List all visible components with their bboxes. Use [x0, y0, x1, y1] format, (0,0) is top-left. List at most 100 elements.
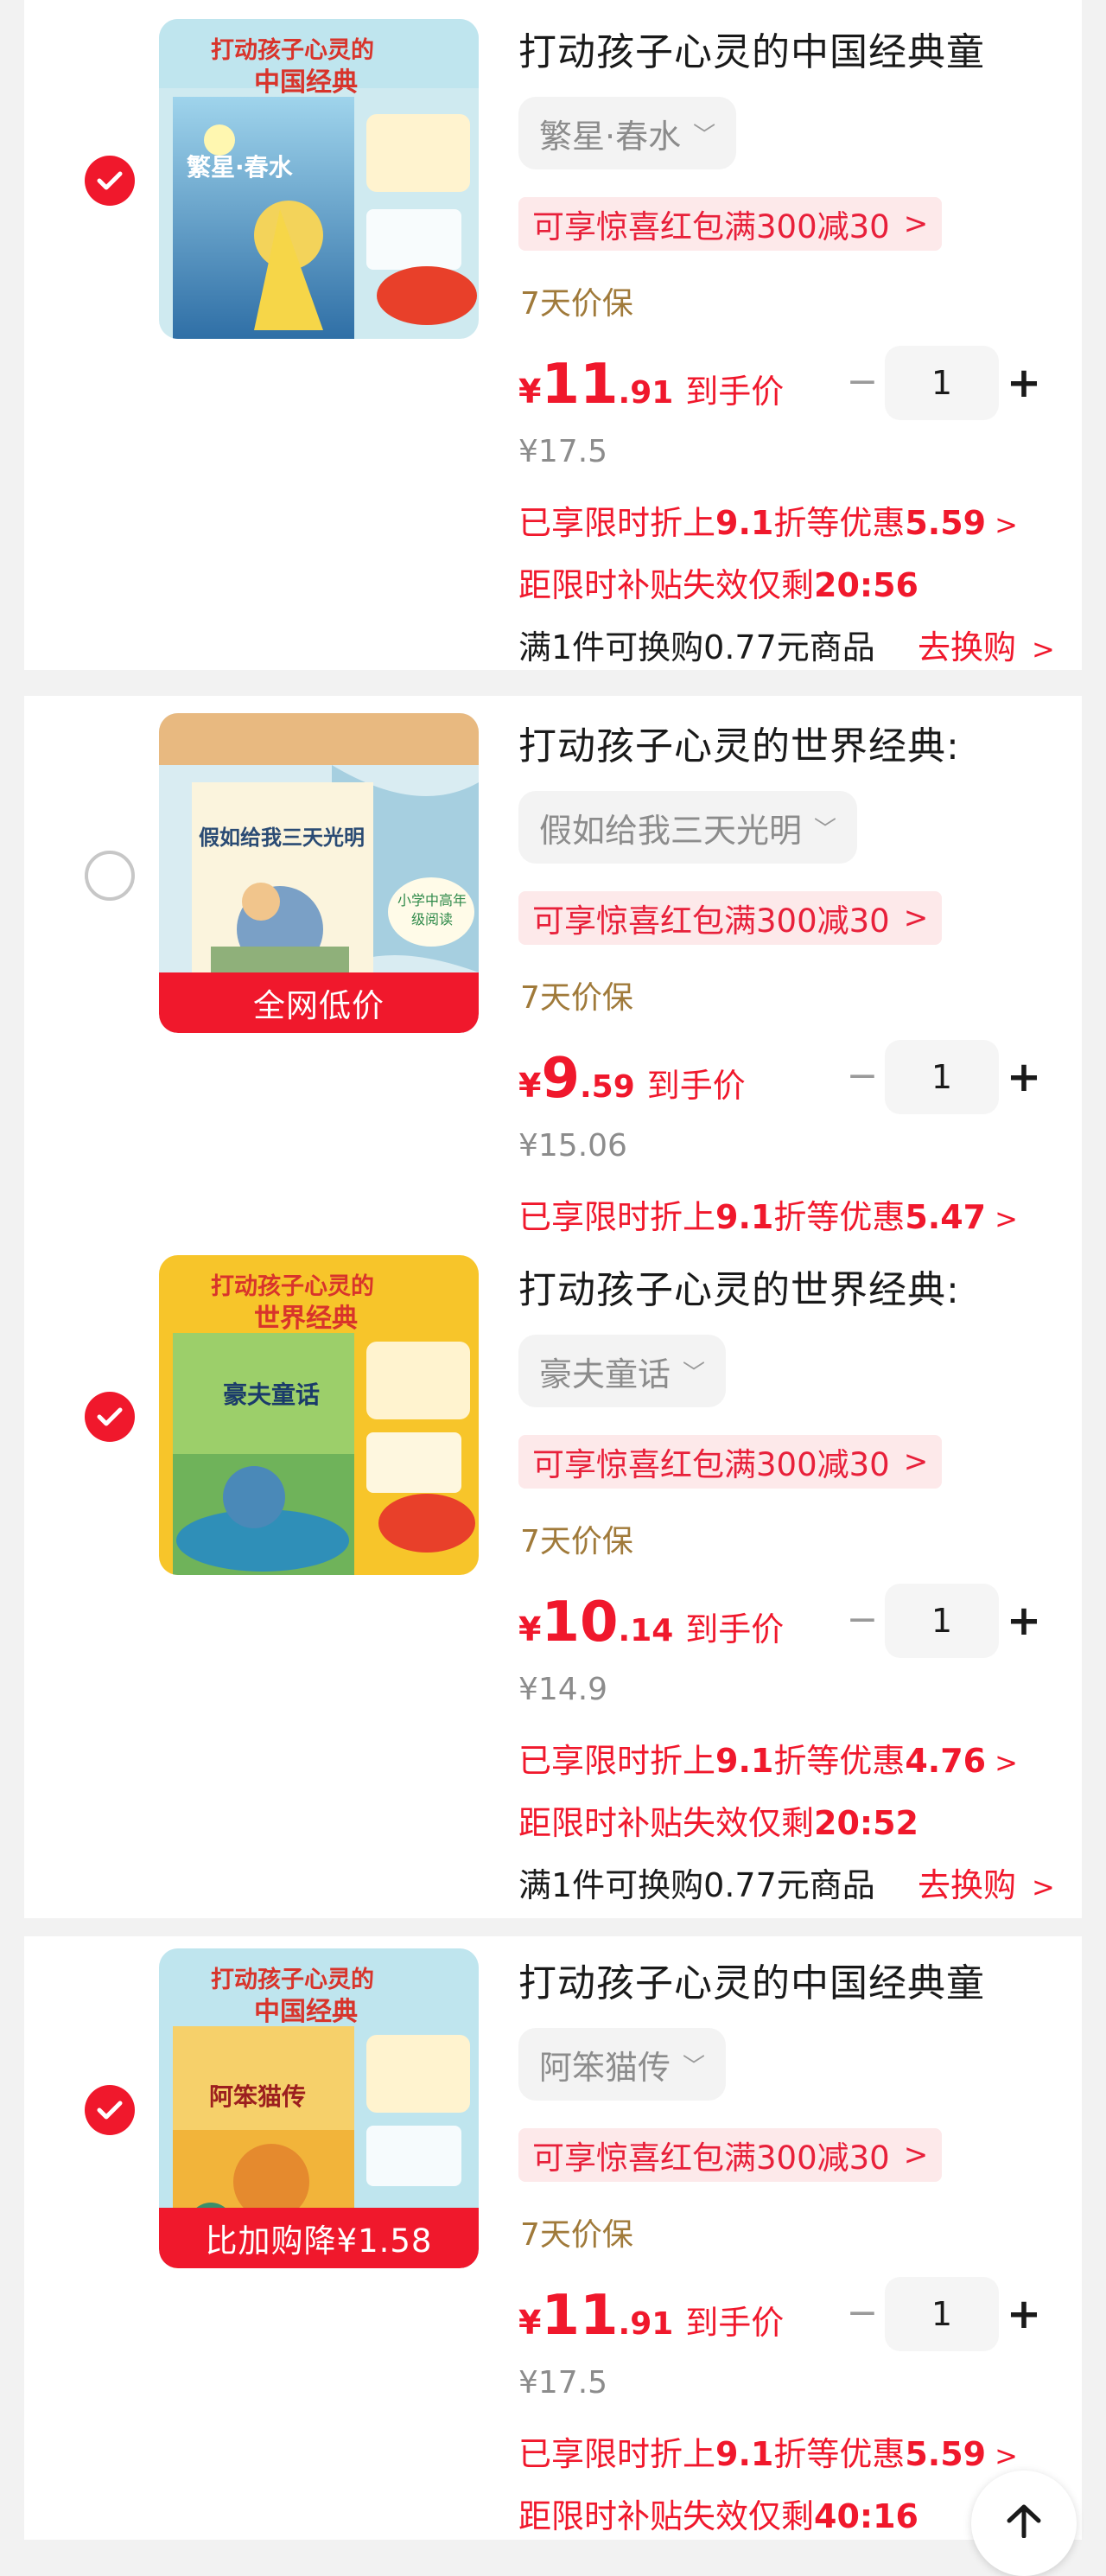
currency-symbol: ¥	[518, 1610, 542, 1648]
price-integer: 11	[541, 353, 619, 417]
discount-mid: 折等优惠	[773, 1198, 906, 1236]
exchange-link-label: 去换购	[918, 628, 1017, 666]
countdown-prefix: 距限时补贴失效仅剩	[518, 566, 815, 604]
coupon-text: 可享惊喜红包满300减30	[532, 2139, 890, 2177]
quantity-value[interactable]: 1	[885, 346, 999, 420]
exchange-offer: 满1件可换购0.77元商品 去换购 >	[518, 1859, 1071, 1906]
select-checkbox[interactable]	[85, 156, 135, 206]
discount-prefix: 已享限时折上	[518, 1742, 716, 1780]
coupon-text: 可享惊喜红包满300减30	[532, 902, 890, 940]
discount-info[interactable]: 已享限时折上9.1折等优惠5.59 >	[518, 496, 1018, 544]
cover-title: 繁星·春水	[187, 153, 293, 182]
exchange-link[interactable]: 去换购 >	[918, 1859, 1055, 1906]
discount-rate: 9.1	[715, 2435, 774, 2473]
discount-info[interactable]: 已享限时折上9.1折等优惠5.47 >	[518, 1190, 1018, 1238]
chevron-down-icon: ﹀	[683, 2053, 706, 2080]
chevron-down-icon: ﹀	[693, 122, 716, 149]
price-integer: 10	[541, 1591, 619, 1655]
product-image[interactable]: 打动孩子心灵的 世界经典 豪夫童话	[159, 1255, 479, 1575]
cart-item: 打动孩子心灵的 世界经典 豪夫童话 打动孩子心灵的世界经典: 豪夫童话 ﹀ 可享…	[24, 1240, 1082, 1918]
price-guarantee: 7天价保	[520, 286, 633, 322]
select-checkbox[interactable]	[85, 2085, 135, 2135]
variant-selector[interactable]: 阿笨猫传 ﹀	[518, 2028, 727, 2101]
exchange-text: 满1件可换购0.77元商品	[518, 628, 875, 666]
chevron-right-icon: >	[995, 2439, 1018, 2472]
discount-amount: 4.76	[905, 1742, 987, 1780]
product-title[interactable]: 打动孩子心灵的中国经典童	[518, 21, 1106, 76]
price-guarantee: 7天价保	[520, 1524, 633, 1559]
product-image[interactable]: 假如给我三天光明 小学中高年级阅读 全网低价	[159, 713, 479, 1033]
decrease-quantity-button[interactable]: −	[845, 363, 880, 401]
variant-selector[interactable]: 繁星·春水 ﹀	[518, 97, 737, 169]
discount-mid: 折等优惠	[773, 1742, 906, 1780]
chevron-down-icon: ﹀	[683, 1360, 706, 1387]
cart-item: 假如给我三天光明 小学中高年级阅读 全网低价 打动孩子心灵的世界经典: 假如给我…	[24, 696, 1082, 1240]
product-image[interactable]: 打动孩子心灵的 中国经典 繁星·春水	[159, 19, 479, 339]
currency-symbol: ¥	[518, 2304, 542, 2342]
variant-selector[interactable]: 假如给我三天光明 ﹀	[518, 791, 858, 864]
final-price: ¥ 11 .91 到手价	[518, 353, 784, 417]
coupon-banner[interactable]: 可享惊喜红包满300减30 >	[518, 197, 943, 251]
quantity-value[interactable]: 1	[885, 2277, 999, 2351]
increase-quantity-button[interactable]: +	[1004, 2293, 1044, 2335]
discount-info[interactable]: 已享限时折上9.1折等优惠4.76 >	[518, 1734, 1018, 1782]
decrease-quantity-button[interactable]: −	[845, 1601, 880, 1639]
discount-prefix: 已享限时折上	[518, 1198, 716, 1236]
discount-info[interactable]: 已享限时折上9.1折等优惠5.59 >	[518, 2427, 1018, 2475]
discount-amount: 5.47	[905, 1198, 987, 1236]
quantity-value[interactable]: 1	[885, 1040, 999, 1114]
product-image[interactable]: 打动孩子心灵的 中国经典 阿笨猫传 比加购降¥1.58	[159, 1948, 479, 2268]
price-decimal: .59	[579, 1069, 635, 1105]
cart-item: 打动孩子心灵的 中国经典 繁星·春水 打动孩子心灵的中国经典童 繁星·春水 ﹀ …	[24, 0, 1082, 670]
subsidy-countdown: 距限时补贴失效仅剩20:56	[518, 558, 918, 606]
price-decimal: .91	[618, 375, 674, 411]
cover-category: 世界经典	[254, 1304, 358, 1334]
price-decimal: .14	[618, 1613, 674, 1648]
increase-quantity-button[interactable]: +	[1004, 1600, 1044, 1642]
chevron-right-icon: >	[903, 207, 929, 241]
discount-amount: 5.59	[905, 504, 987, 542]
variant-label: 繁星·春水	[539, 117, 682, 156]
chevron-right-icon: >	[1032, 1871, 1055, 1903]
cover-title: 豪夫童话	[223, 1380, 321, 1409]
variant-label: 豪夫童话	[539, 1355, 671, 1393]
chevron-right-icon: >	[903, 1444, 929, 1479]
decrease-quantity-button[interactable]: −	[845, 1057, 880, 1095]
select-checkbox[interactable]	[85, 1392, 135, 1442]
coupon-text: 可享惊喜红包满300减30	[532, 208, 890, 245]
checkmark-icon	[97, 171, 123, 190]
discount-mid: 折等优惠	[773, 504, 906, 542]
final-price: ¥ 10 .14 到手价	[518, 1591, 784, 1655]
decrease-quantity-button[interactable]: −	[845, 2294, 880, 2332]
coupon-banner[interactable]: 可享惊喜红包满300减30 >	[518, 2128, 943, 2182]
chevron-right-icon: >	[995, 1746, 1018, 1779]
product-title[interactable]: 打动孩子心灵的中国经典童	[518, 1952, 1106, 2007]
discount-mid: 折等优惠	[773, 2435, 906, 2473]
product-title[interactable]: 打动孩子心灵的世界经典:	[518, 1259, 1106, 1314]
cover-title: 假如给我三天光明	[199, 826, 365, 850]
discount-rate: 9.1	[715, 504, 774, 542]
product-title[interactable]: 打动孩子心灵的世界经典:	[518, 715, 1106, 770]
price-label: 到手价	[685, 373, 785, 411]
coupon-banner[interactable]: 可享惊喜红包满300减30 >	[518, 1435, 943, 1489]
subsidy-countdown: 距限时补贴失效仅剩20:52	[518, 1796, 918, 1844]
exchange-link[interactable]: 去换购 >	[918, 621, 1055, 668]
price-label: 到手价	[646, 1067, 746, 1105]
original-price: ¥15.06	[518, 1128, 627, 1164]
price-label: 到手价	[685, 2304, 785, 2342]
increase-quantity-button[interactable]: +	[1004, 362, 1044, 404]
variant-selector[interactable]: 豪夫童话 ﹀	[518, 1335, 727, 1407]
coupon-banner[interactable]: 可享惊喜红包满300减30 >	[518, 891, 943, 945]
countdown-time: 20:56	[814, 566, 918, 604]
chevron-right-icon: >	[995, 1202, 1018, 1235]
back-to-top-button[interactable]	[971, 2471, 1077, 2576]
variant-label: 阿笨猫传	[539, 2048, 671, 2087]
back-to-top-icon	[1007, 2504, 1041, 2538]
discount-amount: 5.59	[905, 2435, 987, 2473]
promo-badge: 全网低价	[159, 972, 479, 1033]
increase-quantity-button[interactable]: +	[1004, 1056, 1044, 1098]
select-checkbox[interactable]	[85, 851, 135, 901]
price-guarantee: 7天价保	[520, 980, 633, 1016]
subsidy-countdown: 距限时补贴失效仅剩40:16	[518, 2490, 918, 2537]
quantity-value[interactable]: 1	[885, 1584, 999, 1658]
